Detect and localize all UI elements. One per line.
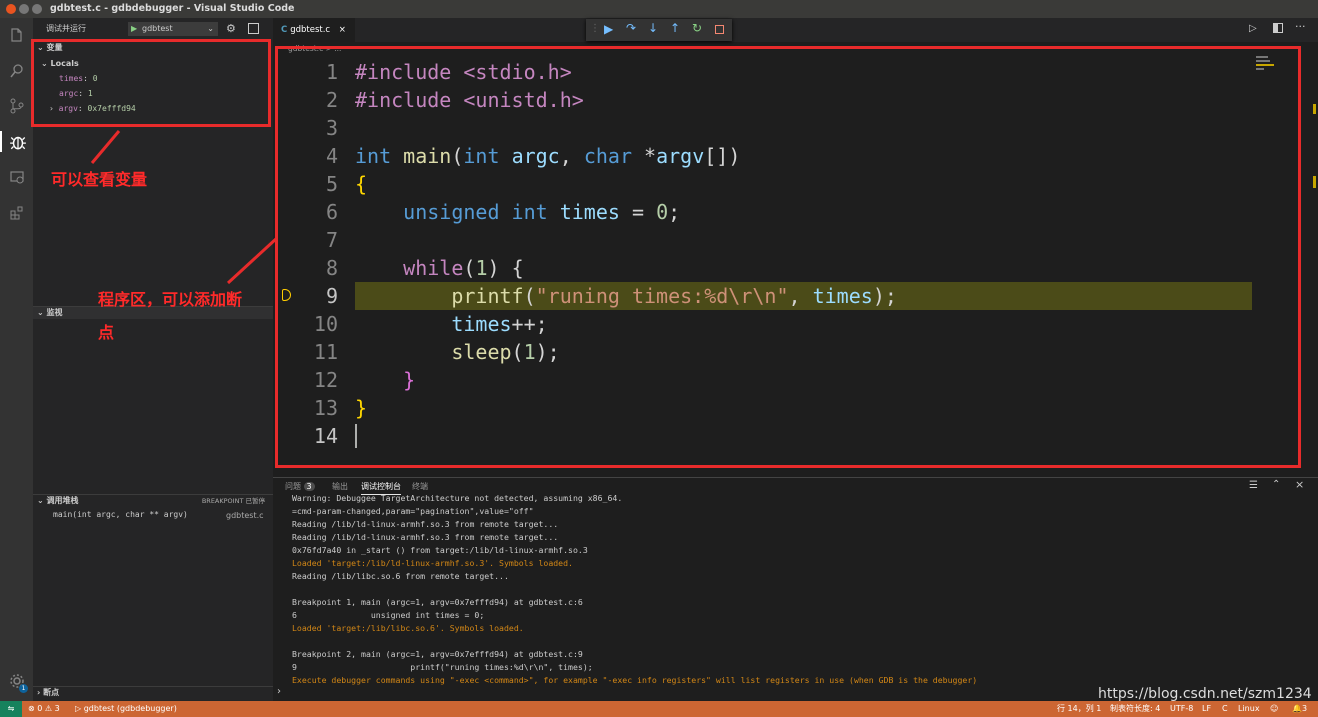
cursor-position[interactable]: 行 14，列 1	[1057, 701, 1101, 717]
manage-gear-icon[interactable]: 1	[6, 670, 28, 693]
c-file-icon: C	[281, 25, 291, 35]
drag-handle-icon[interactable]: ⋮	[590, 23, 600, 34]
continue-icon[interactable]: ▶	[604, 22, 613, 36]
code-note-line-1: 程序区，可以添加断	[98, 290, 243, 309]
close-tab-icon[interactable]: ×	[339, 25, 346, 35]
close-window-icon[interactable]	[6, 4, 16, 14]
clear-console-icon[interactable]: ☰	[1249, 480, 1258, 491]
close-panel-icon[interactable]: ×	[1295, 478, 1304, 491]
title-bar: gdbtest.c - gdbdebugger - Visual Studio …	[0, 0, 1318, 18]
gear-icon[interactable]: ⚙	[226, 22, 236, 35]
encoding[interactable]: UTF-8	[1170, 701, 1193, 717]
step-out-icon[interactable]: ↑	[670, 21, 680, 35]
start-debug-icon[interactable]: ▶	[131, 22, 137, 36]
more-actions-icon[interactable]: ···	[1295, 20, 1306, 33]
debug-console-icon[interactable]	[248, 23, 259, 34]
console-line: Warning: Debuggee TargetArchitecture not…	[292, 493, 623, 503]
debug-toolbar: ⋮ ▶ ↷ ↓ ↑ ↻	[586, 19, 732, 41]
remote-indicator-icon[interactable]: ⇋	[0, 701, 22, 717]
chevron-down-icon: ⌄	[37, 308, 47, 317]
maximize-window-icon[interactable]	[32, 4, 42, 14]
run-and-debug-label: 调试并运行	[46, 24, 86, 33]
tab-bar	[273, 18, 1318, 42]
source-control-icon[interactable]	[6, 95, 27, 116]
extensions-icon[interactable]	[6, 202, 27, 223]
split-editor-icon[interactable]	[1273, 23, 1283, 33]
console-line: Loaded 'target:/lib/libc.so.6'. Symbols …	[292, 623, 524, 633]
problems-count-badge: 3	[303, 482, 315, 491]
watermark: https://blog.csdn.net/szm1234	[1098, 686, 1312, 702]
variables-annotation-box	[31, 39, 271, 127]
notifications[interactable]: 🔔3	[1292, 701, 1307, 717]
console-line: Loaded 'target:/lib/ld-linux-armhf.so.3'…	[292, 558, 573, 568]
breakpoints-section-header[interactable]: › 断点	[33, 686, 273, 699]
console-line: =cmd-param-changed,param="pagination",va…	[292, 506, 534, 516]
code-note-line-2: 点	[98, 323, 115, 342]
console-line: Reading /lib/ld-linux-armhf.so.3 from re…	[292, 532, 559, 542]
tab-size[interactable]: 制表符长度: 4	[1110, 701, 1160, 717]
console-line: 6 unsigned int times = 0;	[292, 610, 485, 620]
console-line: Reading /lib/ld-linux-armhf.so.3 from re…	[292, 519, 559, 529]
console-line: 9 printf("runing times:%d\r\n", times);	[292, 662, 593, 672]
launch-config-select[interactable]: ▶ gdbtest ⌄	[128, 22, 218, 36]
debug-target[interactable]: ▷ gdbtest (gdbdebugger)	[75, 701, 177, 717]
callstack-section-header[interactable]: ⌄ 调用堆栈 BREAKPOINT 已暂停	[33, 494, 273, 507]
console-line: 0x76fd7a40 in _start () from target:/lib…	[292, 545, 588, 555]
console-line: Breakpoint 1, main (argc=1, argv=0x7efff…	[292, 597, 583, 607]
remote-explorer-icon[interactable]	[6, 166, 27, 187]
chevron-down-icon: ⌄	[37, 496, 47, 505]
stop-icon[interactable]	[715, 25, 724, 34]
variables-note: 可以查看变量	[51, 170, 148, 189]
problems-indicator[interactable]: ⊗ 0 ⚠ 3	[28, 701, 60, 717]
explorer-icon[interactable]	[6, 24, 27, 45]
minimize-window-icon[interactable]	[19, 4, 29, 14]
scrollbar-marker	[1313, 176, 1316, 188]
step-into-icon[interactable]: ↓	[648, 21, 658, 35]
platform[interactable]: Linux	[1238, 701, 1260, 717]
run-file-icon[interactable]: ▷	[1249, 23, 1257, 34]
callstack-file: gdbtest.c	[226, 511, 264, 520]
window-title: gdbtest.c - gdbdebugger - Visual Studio …	[50, 3, 295, 14]
maximize-panel-icon[interactable]: ⌃	[1272, 479, 1280, 490]
console-line: Reading /lib/libc.so.6 from remote targe…	[292, 571, 509, 581]
paused-badge: BREAKPOINT 已暂停	[201, 497, 265, 505]
launch-config-value: gdbtest	[142, 24, 173, 33]
restart-icon[interactable]: ↻	[692, 21, 702, 35]
console-line: Execute debugger commands using "-exec <…	[292, 675, 978, 685]
callstack-frame[interactable]: main(int argc, char ** argv)	[53, 510, 188, 519]
activity-bar: 1	[0, 18, 33, 701]
console-prompt[interactable]: ›	[277, 686, 281, 697]
debug-icon[interactable]	[0, 131, 33, 152]
search-icon[interactable]	[6, 60, 27, 81]
update-badge: 1	[19, 684, 28, 693]
status-bar: ⇋ ⊗ 0 ⚠ 3 ▷ gdbtest (gdbdebugger) 行 14，列…	[0, 701, 1318, 717]
tab-gdbtest-c[interactable]: C gdbtest.c ×	[273, 18, 355, 42]
console-line: Breakpoint 2, main (argc=1, argv=0x7efff…	[292, 649, 583, 659]
eol[interactable]: LF	[1202, 701, 1211, 717]
code-annotation-box	[275, 46, 1301, 468]
step-over-icon[interactable]: ↷	[626, 21, 636, 35]
chevron-down-icon: ⌄	[207, 24, 214, 33]
language-mode[interactable]: C	[1222, 701, 1228, 717]
feedback-icon[interactable]: ☺	[1270, 701, 1278, 717]
scrollbar-marker	[1313, 104, 1316, 114]
